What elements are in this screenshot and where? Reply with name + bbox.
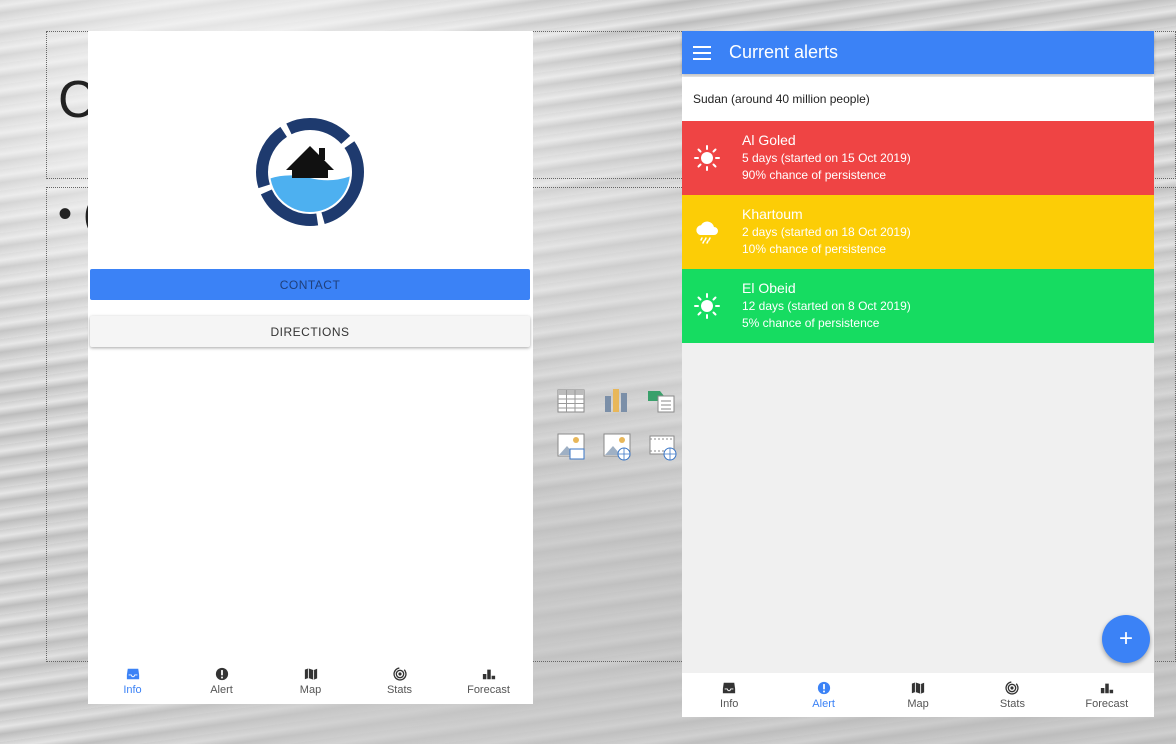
insert-table-icon[interactable] <box>556 386 586 416</box>
broadcast-icon <box>1005 680 1020 695</box>
bar-chart-icon <box>1100 683 1113 693</box>
tab-forecast[interactable]: Forecast <box>444 659 533 704</box>
sun-icon <box>694 145 720 171</box>
add-button[interactable]: + <box>1102 615 1150 663</box>
alert-city: Al Goled <box>742 132 796 148</box>
tab-label: Alert <box>210 684 233 696</box>
tab-label: Stats <box>386 684 413 696</box>
insert-content-icons <box>556 386 682 466</box>
tab-stats[interactable]: Stats <box>965 673 1059 717</box>
map-icon <box>304 668 317 680</box>
tab-label: Stats <box>999 697 1025 710</box>
tab-info[interactable]: Info <box>682 673 776 717</box>
alert-duration: 12 days (started on 8 Oct 2019) <box>742 299 911 313</box>
alert-city: Khartoum <box>742 206 803 222</box>
insert-online-picture-icon[interactable] <box>602 432 632 462</box>
tab-stats[interactable]: Stats <box>355 659 444 704</box>
tab-label: Map <box>299 684 322 696</box>
bottom-tab-bar: Info Alert Map Stats Forecast <box>88 659 533 704</box>
info-screen: CONTACT DIRECTIONS Info Alert Map Stats … <box>88 31 533 704</box>
alert-item-al-goled[interactable]: Al Goled 5 days (started on 15 Oct 2019)… <box>682 121 1154 195</box>
tab-forecast[interactable]: Forecast <box>1060 673 1154 717</box>
tab-info[interactable]: Info <box>88 659 177 704</box>
tab-alert[interactable]: Alert <box>776 673 870 717</box>
tab-label: Forecast <box>467 684 510 696</box>
broadcast-icon <box>392 667 407 681</box>
insert-picture-icon[interactable] <box>556 432 586 462</box>
page-title: Current alerts <box>729 42 839 62</box>
bar-chart-icon <box>482 669 495 680</box>
tab-label: Info <box>720 697 739 710</box>
cloud-rain-icon <box>696 221 718 244</box>
directions-button[interactable]: DIRECTIONS <box>90 316 530 347</box>
tab-map[interactable]: Map <box>871 673 965 717</box>
alert-persistence: 90% chance of persistence <box>742 168 887 182</box>
contact-button[interactable]: CONTACT <box>90 269 530 300</box>
alert-duration: 5 days (started on 15 Oct 2019) <box>742 151 911 165</box>
sun-icon <box>694 293 720 319</box>
app-header: Current alerts <box>682 31 1154 74</box>
hamburger-menu-icon[interactable] <box>693 45 711 60</box>
app-logo <box>256 118 364 226</box>
region-label: Sudan (around 40 million people) <box>682 77 1154 121</box>
alert-list: Al Goled 5 days (started on 15 Oct 2019)… <box>682 121 1154 343</box>
tab-label: Map <box>907 697 929 710</box>
insert-smartart-icon[interactable] <box>646 386 676 416</box>
insert-video-icon[interactable] <box>648 432 678 462</box>
alerts-screen: Current alerts Sudan (around 40 million … <box>682 31 1154 717</box>
map-icon <box>911 681 925 694</box>
alert-circle-icon <box>817 681 830 694</box>
tab-map[interactable]: Map <box>266 659 355 704</box>
bottom-tab-bar: Info Alert Map Stats Forecast <box>682 673 1154 717</box>
alert-city: El Obeid <box>742 280 796 296</box>
tab-label: Forecast <box>1085 697 1129 710</box>
alert-persistence: 10% chance of persistence <box>742 242 887 256</box>
alert-circle-icon <box>215 667 228 681</box>
inbox-icon <box>126 668 139 680</box>
tab-label: Info <box>123 684 142 696</box>
alert-item-el-obeid[interactable]: El Obeid 12 days (started on 8 Oct 2019)… <box>682 269 1154 343</box>
inbox-icon <box>723 682 736 693</box>
alert-persistence: 5% chance of persistence <box>742 316 880 330</box>
tab-alert[interactable]: Alert <box>177 659 266 704</box>
alert-item-khartoum[interactable]: Khartoum 2 days (started on 18 Oct 2019)… <box>682 195 1154 269</box>
alert-duration: 2 days (started on 18 Oct 2019) <box>742 225 911 239</box>
tab-label: Alert <box>812 697 835 710</box>
insert-chart-icon[interactable] <box>602 386 632 416</box>
